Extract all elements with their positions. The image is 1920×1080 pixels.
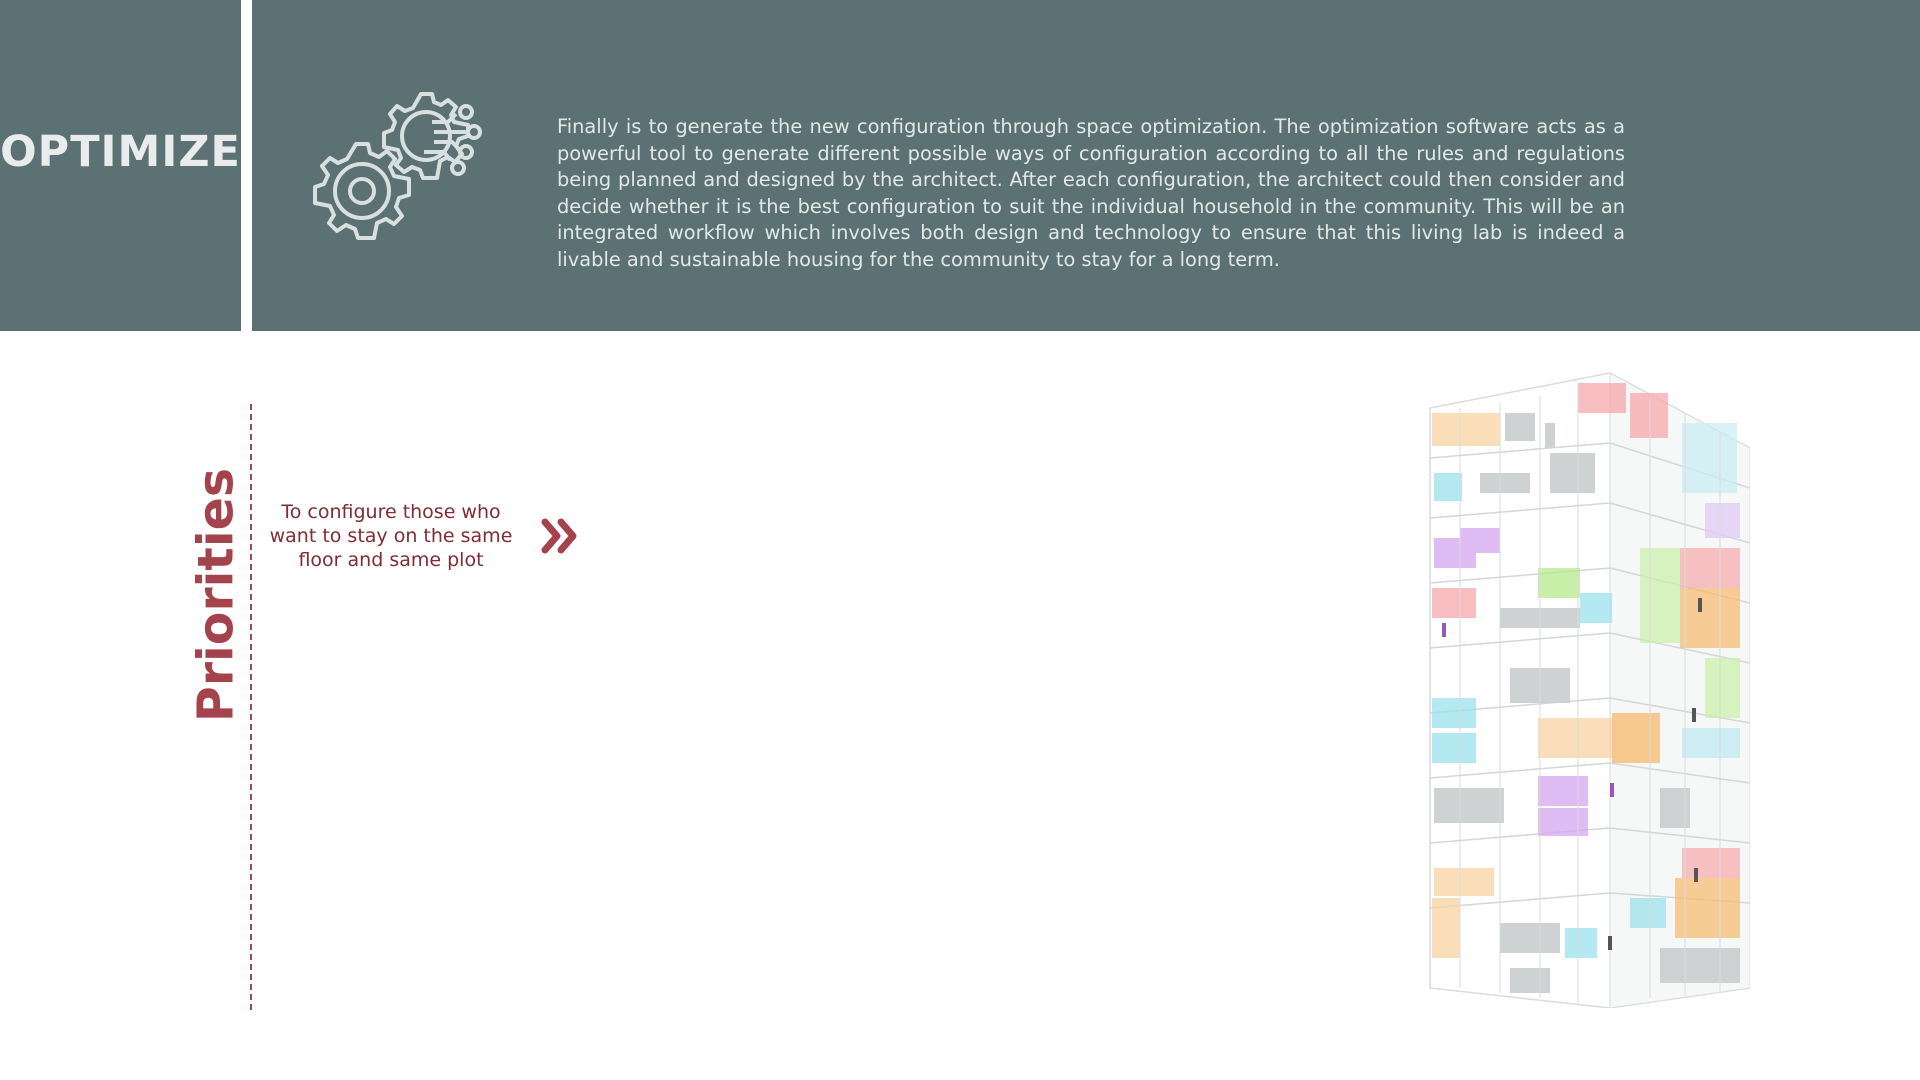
priority-item-text: To configure those who want to stay on t… — [269, 501, 513, 571]
gears-icon — [313, 92, 482, 240]
building-axonometric-illustration — [1429, 372, 1750, 1008]
section-title: OPTIMIZE — [0, 127, 241, 177]
double-chevron-right-icon — [541, 518, 577, 554]
header-band: OPTIMIZE Finally is to generate the new … — [0, 0, 1920, 331]
priorities-divider — [250, 404, 252, 1010]
priorities-label: Priorities — [187, 467, 245, 723]
description-text: Finally is to generate the new configura… — [557, 115, 1625, 271]
title-divider — [241, 0, 252, 331]
